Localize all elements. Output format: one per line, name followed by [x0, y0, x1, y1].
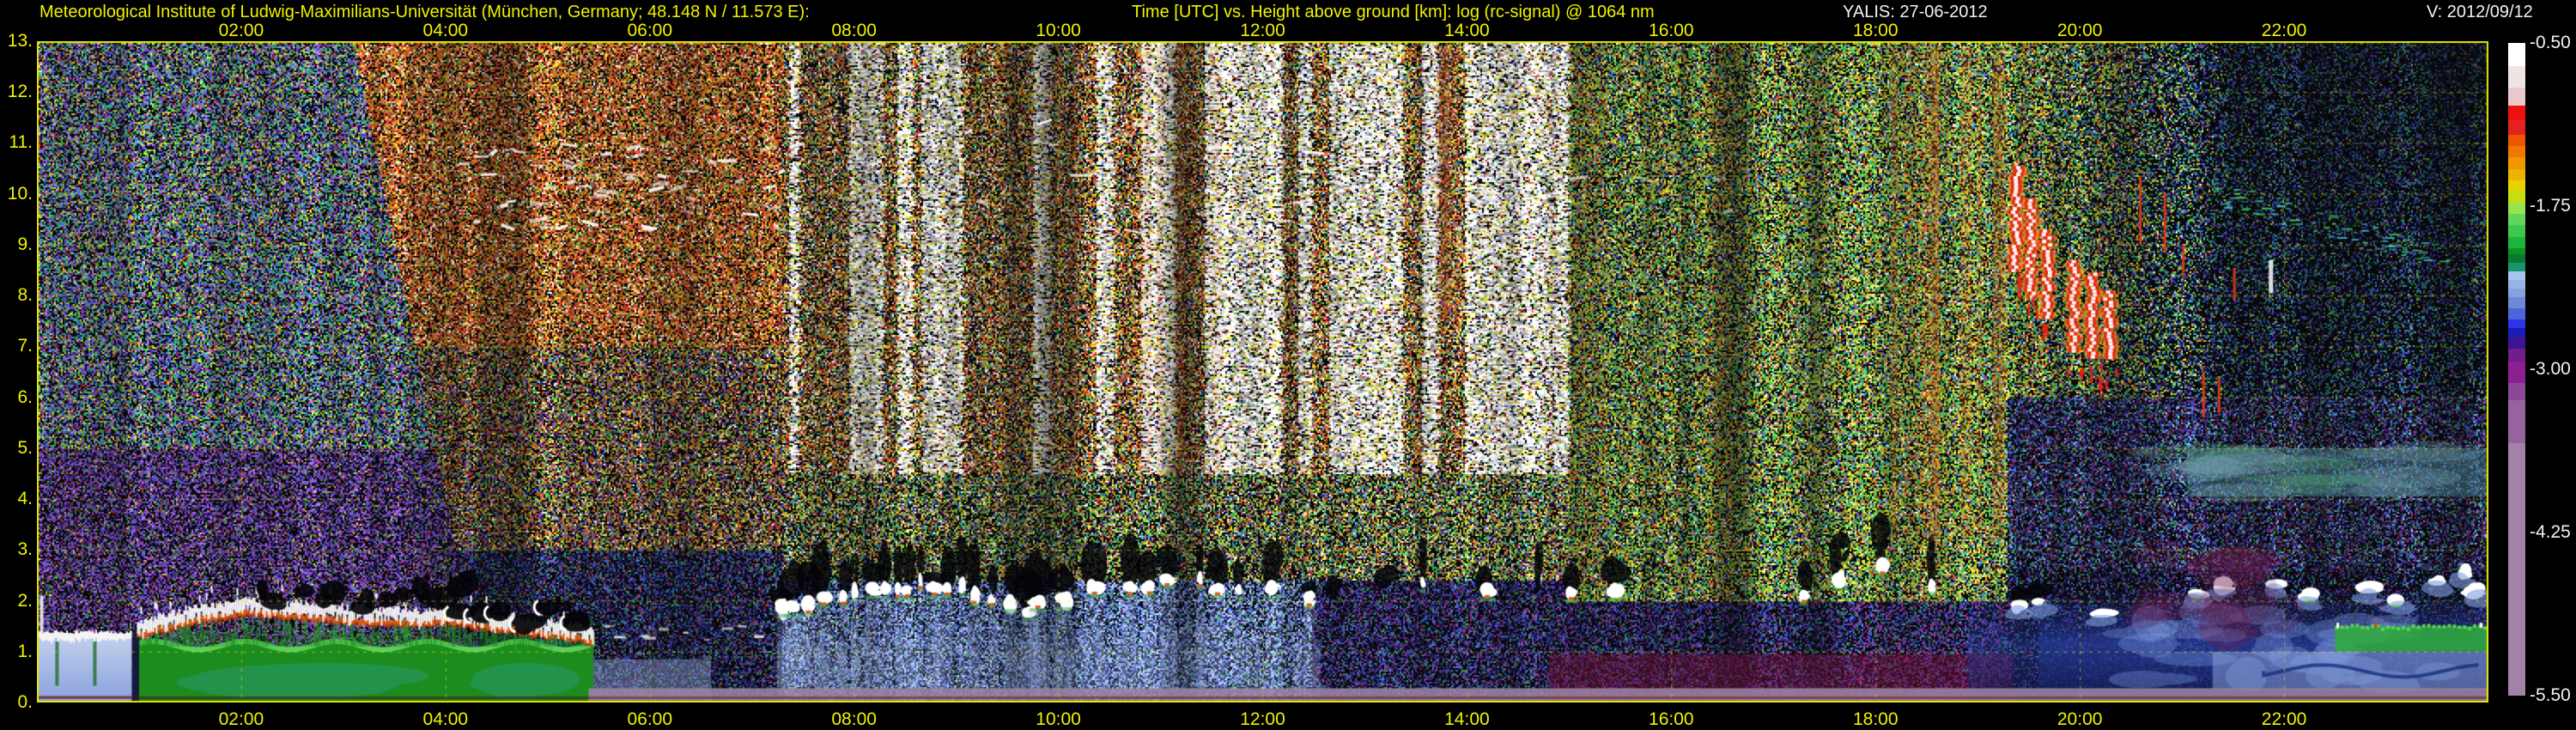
- colorbar-segment: [2508, 87, 2525, 106]
- y-tick-label: 5.: [17, 437, 33, 458]
- colorbar-tick-label: -5.50: [2530, 685, 2571, 705]
- instrument-date: YALIS: 27-06-2012: [1843, 3, 1988, 21]
- x-tick-label-top: 22:00: [2261, 21, 2307, 40]
- x-tick-label-top: 12:00: [1240, 21, 1285, 40]
- lidar-quicklook-screen: Meteorological Institute of Ludwig-Maxim…: [0, 0, 2576, 730]
- y-tick-label: 3.: [17, 539, 33, 560]
- colorbar-segment: [2508, 134, 2525, 146]
- x-tick-label-bottom: 18:00: [1852, 709, 1899, 729]
- colorbar-segment: [2508, 179, 2525, 192]
- x-tick-label-bottom: 10:00: [1036, 709, 1081, 729]
- colorbar: [2508, 43, 2525, 696]
- colorbar-segment: [2508, 237, 2525, 249]
- y-tick-label: 4.: [17, 489, 33, 509]
- plot-title: Time [UTC] vs. Height above ground [km]:…: [1132, 3, 1655, 21]
- colorbar-segment: [2508, 214, 2525, 226]
- colorbar-segment: [2508, 442, 2525, 696]
- colorbar-segment: [2508, 361, 2525, 383]
- y-tick-label: 11.: [9, 132, 33, 153]
- x-tick-label-bottom: 08:00: [831, 709, 877, 729]
- x-tick-label-top: 02:00: [218, 21, 264, 40]
- colorbar-segment: [2508, 289, 2525, 298]
- y-tick-label: 7.: [17, 336, 33, 356]
- y-tick-label: 2.: [17, 590, 33, 611]
- colorbar-segment: [2508, 65, 2525, 88]
- colorbar-segment: [2508, 225, 2525, 238]
- x-tick-label-top: 10:00: [1036, 21, 1081, 40]
- colorbar-segment: [2508, 156, 2525, 169]
- colorbar-segment: [2508, 248, 2525, 255]
- colorbar-segment: [2508, 336, 2525, 349]
- y-tick-label: 13.: [7, 31, 33, 51]
- colorbar-tick-label: -0.50: [2530, 33, 2571, 52]
- station-title: Meteorological Institute of Ludwig-Maxim…: [39, 3, 810, 21]
- colorbar-segment: [2508, 145, 2525, 157]
- y-tick-label: 8.: [17, 285, 33, 306]
- x-tick-label-top: 18:00: [1852, 21, 1899, 40]
- x-tick-label-top: 16:00: [1649, 21, 1694, 40]
- colorbar-segment: [2508, 348, 2525, 362]
- colorbar-tick-label: -1.75: [2530, 196, 2571, 216]
- colorbar-segment: [2508, 119, 2525, 135]
- colorbar-segment: [2508, 254, 2525, 264]
- colorbar-segment: [2508, 43, 2525, 66]
- version-label: V: 2012/09/12: [2427, 3, 2533, 21]
- x-tick-label-bottom: 06:00: [627, 709, 673, 729]
- y-tick-label: 9.: [17, 234, 33, 254]
- colorbar-segment: [2508, 399, 2525, 443]
- colorbar-segment: [2508, 319, 2525, 328]
- x-tick-label-bottom: 16:00: [1649, 709, 1694, 729]
- x-tick-label-bottom: 12:00: [1240, 709, 1285, 729]
- colorbar-segment: [2508, 297, 2525, 308]
- x-tick-label-bottom: 14:00: [1444, 709, 1490, 729]
- colorbar-segment: [2508, 168, 2525, 180]
- x-tick-label-bottom: 22:00: [2261, 709, 2307, 729]
- x-tick-label-top: 08:00: [831, 21, 877, 40]
- colorbar-segment: [2508, 263, 2525, 272]
- colorbar-segment: [2508, 280, 2525, 289]
- x-tick-label-top: 06:00: [627, 21, 673, 40]
- colorbar-segment: [2508, 382, 2525, 400]
- colorbar-segment: [2508, 203, 2525, 215]
- y-tick-label: 12.: [7, 82, 33, 102]
- x-tick-label-bottom: 04:00: [422, 709, 469, 729]
- colorbar-segment: [2508, 307, 2525, 319]
- x-tick-label-top: 20:00: [2057, 21, 2103, 40]
- colorbar-segment: [2508, 105, 2525, 120]
- y-tick-label: 6.: [17, 386, 33, 407]
- heatmap-plot: [37, 41, 2488, 703]
- y-tick-label: 0.: [17, 692, 33, 712]
- colorbar-segment: [2508, 327, 2525, 337]
- colorbar-segment: [2508, 191, 2525, 204]
- colorbar-segment: [2508, 271, 2525, 281]
- y-tick-label: 1.: [17, 641, 33, 661]
- x-tick-label-bottom: 20:00: [2057, 709, 2103, 729]
- x-tick-label-top: 04:00: [422, 21, 469, 40]
- colorbar-tick-label: -4.25: [2530, 522, 2571, 542]
- x-tick-label-top: 14:00: [1444, 21, 1490, 40]
- colorbar-tick-label: -3.00: [2530, 359, 2571, 379]
- x-tick-label-bottom: 02:00: [218, 709, 264, 729]
- y-tick-label: 10.: [7, 183, 33, 204]
